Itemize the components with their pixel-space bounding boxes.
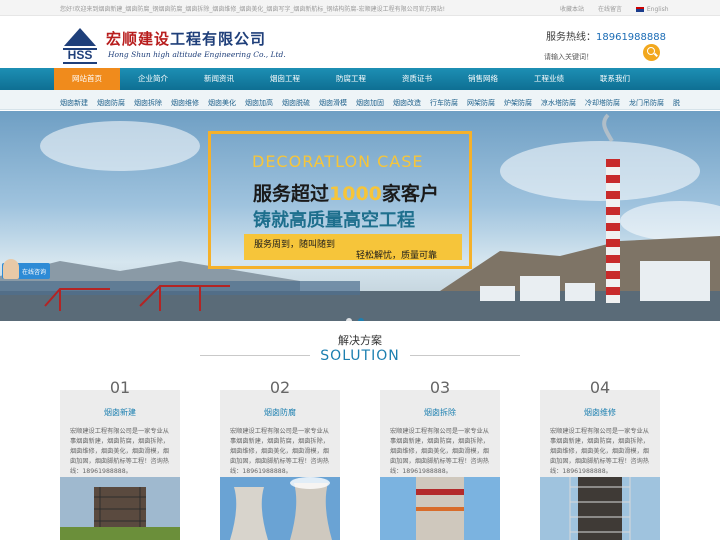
nav-certificates[interactable]: 资质证书 [384, 68, 450, 90]
main-nav: 网站首页 企业简介 新闻资讯 烟囱工程 防腐工程 资质证书 销售网络 工程业绩 … [0, 68, 720, 90]
sub-nav: 烟囱新建 烟囱防腐 烟囱拆除 烟囱维修 烟囱美化 烟囱加高 烟囱脱硫 烟囱滑模 烟囱加固 烟囱改造… [0, 90, 720, 110]
subnav-item[interactable]: 烟囱脱硫 [282, 93, 310, 109]
top-links: 收藏本站 在线留言 English [560, 4, 681, 13]
solution-card[interactable]: 烟囱新建 宏顺建设工程有限公司是一家专业从事烟囱新建，烟囱防腐，烟囱拆除，烟囱维… [60, 390, 180, 540]
card-number: 03 [429, 378, 451, 397]
card-description: 宏顺建设工程有限公司是一家专业从事烟囱新建，烟囱防腐，烟囱拆除，烟囱维修，烟囱美… [230, 428, 329, 475]
uk-flag-icon [635, 7, 644, 12]
nav-about[interactable]: 企业简介 [120, 68, 186, 90]
carousel-dot[interactable] [346, 318, 352, 321]
subnav-item[interactable]: 烟囱新建 [60, 93, 88, 109]
card-title[interactable]: 烟囱新建 [60, 407, 180, 418]
hero-banner[interactable]: DECORATLON CASE 服务超过1000家客户 铸就高质量高空工程 服务… [0, 111, 720, 321]
subnav-item[interactable]: 烟囱美化 [208, 93, 236, 109]
carousel-dot-active[interactable] [358, 318, 364, 321]
card-description: 宏顺建设工程有限公司是一家专业从事烟囱新建，烟囱防腐，烟囱拆除，烟囱维修，烟囱美… [390, 428, 489, 475]
subnav-item[interactable]: 烟囱防腐 [97, 93, 125, 109]
nav-home[interactable]: 网站首页 [54, 68, 120, 90]
card-number: 04 [589, 378, 611, 397]
banner-slogan-1: 服务周到，随叫随到 [254, 240, 336, 250]
nav-contact[interactable]: 联系我们 [582, 68, 648, 90]
card-image[interactable] [60, 477, 180, 540]
logo-english-name: Hong Shun high altitude Engineering Co.,… [108, 50, 286, 59]
chat-label: 在线咨询 [22, 269, 47, 276]
online-chat-button[interactable]: 在线咨询 [2, 259, 50, 279]
solution-card[interactable]: 烟囱拆除 宏顺建设工程有限公司是一家专业从事烟囱新建，烟囱防腐，烟囱拆除，烟囱维… [380, 390, 500, 540]
card-title[interactable]: 烟囱防腐 [220, 407, 340, 418]
solution-title-en: SOLUTION [320, 348, 400, 364]
subnav-item[interactable]: 烟囱加高 [245, 93, 273, 109]
subnav-item[interactable]: 烟囱加固 [356, 93, 384, 109]
banner-slogan-2: 轻松解忧，质量可靠 [356, 251, 438, 261]
message-link[interactable]: 在线留言 [598, 6, 622, 13]
subnav-item[interactable]: 凉水塔防腐 [541, 93, 576, 109]
header: HSS 宏顺建设工程有限公司 Hong Shun high altitude E… [0, 16, 720, 68]
banner-english-heading: DECORATLON CASE [252, 152, 424, 171]
carousel-dots [346, 309, 370, 321]
hss-logo-icon: HSS [63, 28, 97, 64]
solution-title: 解决方案 [338, 334, 382, 347]
subnav-item[interactable]: 冷却塔防腐 [585, 93, 620, 109]
top-bar: 您好!欢迎来到烟囱新建_烟囱防腐_钢烟囱防腐_烟囱拆除_烟囱维修_烟囱美化_烟囱… [0, 0, 720, 16]
card-number: 01 [109, 378, 131, 397]
card-number: 02 [269, 378, 291, 397]
card-title[interactable]: 烟囱维修 [540, 407, 660, 418]
subnav-item[interactable]: 烟囱滑模 [319, 93, 347, 109]
bookmark-link[interactable]: 收藏本站 [560, 6, 584, 13]
subnav-item[interactable]: 炉架防腐 [504, 93, 532, 109]
nav-news[interactable]: 新闻资讯 [186, 68, 252, 90]
logo-chinese-name: 宏顺建设工程有限公司 [106, 30, 267, 48]
service-avatar-icon [3, 259, 19, 279]
nav-chimney[interactable]: 烟囱工程 [252, 68, 318, 90]
nav-anticorrosion[interactable]: 防腐工程 [318, 68, 384, 90]
english-link[interactable]: English [635, 6, 669, 13]
card-image[interactable] [380, 477, 500, 540]
nav-projects[interactable]: 工程业绩 [516, 68, 582, 90]
search-input[interactable] [540, 48, 640, 66]
subnav-item[interactable]: 脱 [673, 93, 680, 109]
search-icon[interactable] [643, 44, 660, 61]
card-description: 宏顺建设工程有限公司是一家专业从事烟囱新建，烟囱防腐，烟囱拆除，烟囱维修，烟囱美… [550, 428, 649, 475]
card-image[interactable] [220, 477, 340, 540]
subnav-item[interactable]: 烟囱拆除 [134, 93, 162, 109]
solution-card[interactable]: 烟囱防腐 宏顺建设工程有限公司是一家专业从事烟囱新建，烟囱防腐，烟囱拆除，烟囱维… [220, 390, 340, 540]
card-image[interactable] [540, 477, 660, 540]
welcome-text: 您好!欢迎来到烟囱新建_烟囱防腐_钢烟囱防腐_烟囱拆除_烟囱维修_烟囱美化_烟囱… [60, 6, 445, 13]
subnav-item[interactable]: 烟囱维修 [171, 93, 199, 109]
chimney-graphic [606, 159, 620, 309]
subnav-item[interactable]: 烟囱改造 [393, 93, 421, 109]
card-description: 宏顺建设工程有限公司是一家专业从事烟囱新建，烟囱防腐，烟囱拆除，烟囱维修，烟囱美… [70, 428, 169, 475]
banner-subheadline: 铸就高质量高空工程 [253, 210, 415, 231]
solution-card[interactable]: 烟囱维修 宏顺建设工程有限公司是一家专业从事烟囱新建，烟囱防腐，烟囱拆除，烟囱维… [540, 390, 660, 540]
subnav-item[interactable]: 龙门吊防腐 [629, 93, 664, 109]
nav-sales[interactable]: 销售网络 [450, 68, 516, 90]
svg-text:HSS: HSS [68, 48, 93, 62]
banner-headline: 服务超过1000家客户 [253, 183, 439, 205]
hotline: 服务热线：18961988888 [546, 32, 666, 43]
company-logo[interactable]: HSS 宏顺建设工程有限公司 Hong Shun high altitude E… [60, 26, 290, 66]
subnav-item[interactable]: 网架防腐 [467, 93, 495, 109]
subnav-item[interactable]: 行车防腐 [430, 93, 458, 109]
search-box [540, 44, 660, 66]
card-title[interactable]: 烟囱拆除 [380, 407, 500, 418]
